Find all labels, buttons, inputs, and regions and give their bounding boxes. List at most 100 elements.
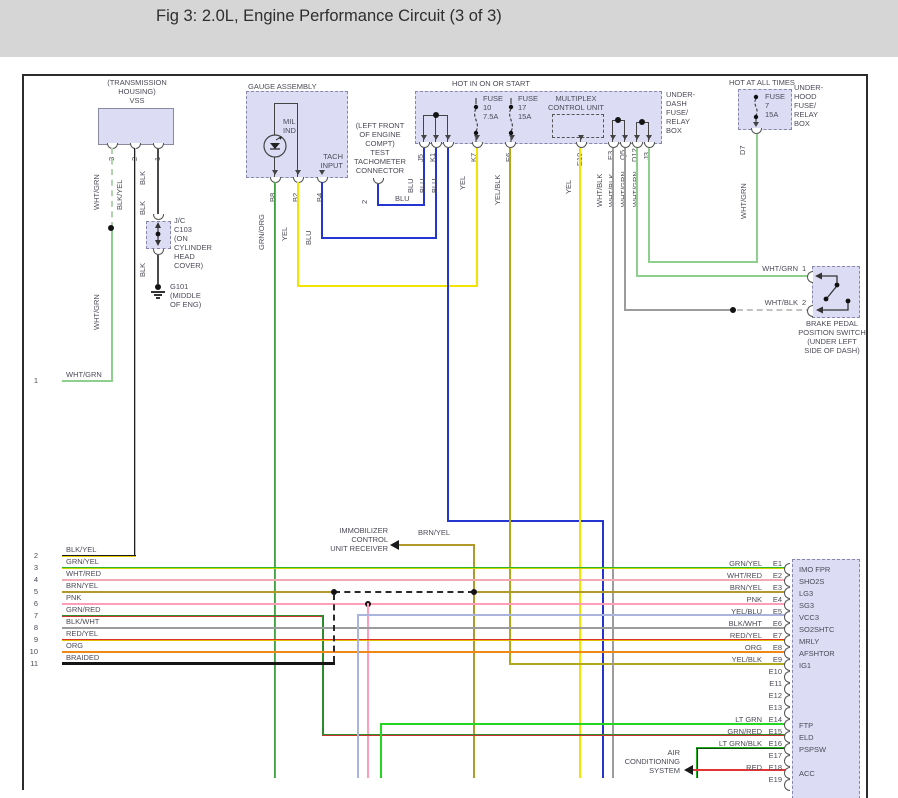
blu-wire-label-1: BLU [406, 178, 415, 193]
wire-brn-yel-row5a [62, 591, 334, 593]
ecm-pin-connector-e8 [784, 647, 790, 659]
fuse-17-label: FUSE1715A [518, 94, 538, 121]
wire-grn-red-row7 [62, 615, 323, 617]
ecm-pin-connector-e16 [784, 743, 790, 755]
ecm-pin-e6: E6 [764, 619, 782, 628]
wire-wht-blk-dashed [737, 309, 812, 311]
fuse-10-label: FUSE107.5A [483, 94, 503, 121]
wire-braided-row11 [62, 662, 335, 665]
row10-number: 10 [24, 647, 38, 656]
ecm-wire-e16: LT GRN/BLK [672, 739, 762, 748]
ecm-pin-connector-e11 [784, 683, 790, 695]
ecm-pin-e7: E7 [764, 631, 782, 640]
ecm-pin-e1: E1 [764, 559, 782, 568]
jc-connector-top [153, 214, 164, 220]
frame-right [866, 74, 868, 798]
pin-arrow [474, 135, 480, 140]
ecm-wire-e9: YEL/BLK [672, 655, 762, 664]
ecm-pin-e8: E8 [764, 643, 782, 652]
pin-k1-label: K1 [428, 153, 437, 162]
wht-blk-junction-dot [730, 307, 736, 313]
pin-arrow [634, 135, 640, 140]
blk-yel-wire-label: BLK/YEL [115, 180, 124, 210]
bridge3-dot [639, 119, 645, 125]
gauge-pin-arrow-b8 [272, 170, 278, 175]
fuse-7-label: FUSE715A [765, 92, 785, 119]
multiplex-label: MULTIPLEXCONTROL UNIT [536, 94, 616, 112]
wire-pnk-v [367, 603, 369, 778]
wire-brn-yel-immo [399, 544, 475, 546]
pin-connector-j5 [419, 142, 430, 148]
wire-blu-long-v2 [602, 520, 604, 778]
ecm-pin-connector-e12 [784, 695, 790, 707]
test-tach-label: (LEFT FRONTOF ENGINECOMPT) TESTTACHOMETE… [350, 121, 410, 175]
row10-label: ORG [66, 641, 83, 650]
bridge2-dot [615, 117, 621, 123]
wire-blk-upper [157, 148, 159, 214]
yel-wire-label-e10: YEL [564, 180, 573, 194]
ecm-pin-e15: E15 [764, 727, 782, 736]
junction-dot [108, 225, 114, 231]
row5-number: 5 [24, 587, 38, 596]
wht-blk-wire-label-e3: WHT/BLK [595, 174, 604, 207]
pin-k7-label: K7 [469, 153, 478, 162]
pin-arrow [433, 135, 439, 140]
wire-blk-yel [134, 148, 136, 556]
ecm-wire-e6: BLK/WHT [672, 619, 762, 628]
ecm-pin-e11: E11 [764, 679, 782, 688]
row3-label: GRN/YEL [66, 557, 99, 566]
brake-switch-label: BRAKE PEDALPOSITION SWITCH(UNDER LEFTSID… [786, 319, 878, 355]
vss-location-label: (TRANSMISSIONHOUSING)VSS [75, 78, 199, 105]
brake-pin2-wire-label: WHT/BLK [730, 298, 798, 307]
gauge-pin-arrow-b4 [319, 170, 325, 175]
ecm-pin-connector-e18 [784, 767, 790, 779]
wire-wht-grn-dashed [111, 148, 113, 228]
ecm-pin-connector-e3 [784, 587, 790, 599]
yel-wire-label: YEL [280, 227, 289, 241]
ecm-label-so2shtc: SO2SHTC [799, 625, 834, 634]
row11-label: BRAIDED [66, 653, 99, 662]
row5-label: BRN/YEL [66, 581, 98, 590]
brake-pin1-wire-label: WHT/GRN [730, 264, 798, 273]
pin-arrow [421, 135, 427, 140]
bridge1-dot [433, 112, 439, 118]
wire-blu-b4-h [321, 237, 437, 239]
ecm-wire-e3: BRN/YEL [672, 583, 762, 592]
pin-arrow [578, 135, 584, 140]
wire-wht-grn-d12-h [636, 275, 812, 277]
grn-org-wire-label: GRN/ORG [257, 214, 266, 250]
test-tach-pin-label: 2 [360, 200, 369, 204]
ecm-label-sho2s: SHO2S [799, 577, 824, 586]
row7-number: 7 [24, 611, 38, 620]
ecm-pin-connector-e4 [784, 599, 790, 611]
wire-blu-tach-h [377, 204, 425, 206]
wht-grn-wire-label: WHT/GRN [92, 174, 101, 210]
brake-pin2-label: 2 [802, 298, 806, 307]
ecm-pin-connector-e19 [784, 779, 790, 791]
jc-c103-label: J/CC103(ON CYLINDERHEADCOVER) [174, 216, 212, 270]
blu-wire-label-2: BLU [418, 178, 427, 193]
pin-arrow-d7 [753, 122, 759, 127]
wire-wht-grn-j3-h [648, 261, 758, 263]
ecm-pin-connector-e9 [784, 659, 790, 671]
ground-icon-low [156, 297, 160, 299]
g101-dot [155, 284, 161, 290]
ecm-label-vcc3: VCC3 [799, 613, 819, 622]
wire-blu-b4 [321, 182, 323, 238]
hot-in-on-or-start-label: HOT IN ON OR START [452, 79, 530, 88]
wire-shield-drain [333, 594, 335, 662]
row11-number: 11 [24, 659, 38, 668]
ecm-pin-e10: E10 [764, 667, 782, 676]
wire-yel-blu-v [357, 614, 359, 778]
immobilizer-arrow-icon [390, 540, 399, 550]
yel-blk-wire-label: YEL/BLK [493, 175, 502, 205]
row9-number: 9 [24, 635, 38, 644]
row9-label: RED/YEL [66, 629, 98, 638]
ecm-pin-e5: E5 [764, 607, 782, 616]
row1-number: 1 [24, 376, 38, 385]
pin-j5-label: J5 [416, 154, 425, 162]
row2-label: BLK/YEL [66, 545, 96, 554]
wire-grn-org [274, 182, 276, 778]
ecm-pin-e17: E17 [764, 751, 782, 760]
wire-wht-grn [111, 228, 113, 381]
